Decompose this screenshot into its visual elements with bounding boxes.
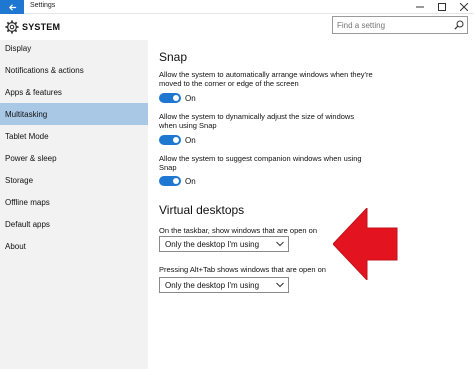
snap-option-2-state: On [185,136,196,145]
alttab-dropdown[interactable]: Only the desktop I'm using [159,277,289,293]
snap-option-1-state: On [185,94,196,103]
taskbar-dropdown[interactable]: Only the desktop I'm using [159,236,289,252]
sidebar-item-apps-features[interactable]: Apps & features [0,81,148,103]
close-icon [460,3,468,11]
snap-option-3-state: On [185,177,196,186]
back-arrow-icon [8,3,16,11]
sidebar-item-power-sleep[interactable]: Power & sleep [0,147,148,169]
sidebar-item-display[interactable]: Display [0,37,148,59]
main-content: Snap Allow the system to automatically a… [148,40,474,369]
gear-icon [5,20,19,34]
title-bar: Settings [0,0,474,14]
back-button[interactable] [0,0,24,14]
maximize-icon [438,3,446,11]
taskbar-dropdown-value: Only the desktop I'm using [165,239,260,249]
snap-heading: Snap [159,50,188,64]
sidebar-item-storage[interactable]: Storage [0,169,148,191]
sidebar-item-default-apps[interactable]: Default apps [0,213,148,235]
snap-option-2-toggle[interactable] [159,135,181,145]
snap-option-3-description: Allow the system to suggest companion wi… [159,154,362,172]
page-title: SYSTEM [22,22,61,32]
maximize-button[interactable] [433,0,451,14]
sidebar-item-tablet-mode[interactable]: Tablet Mode [0,125,148,147]
sidebar: Display Notifications & actions Apps & f… [0,40,148,369]
search-input[interactable] [333,17,448,33]
minimize-icon [416,6,424,8]
chevron-down-icon [276,241,284,247]
minimize-button[interactable] [411,0,429,14]
window-title: Settings [30,2,56,9]
virtual-desktops-heading: Virtual desktops [159,203,245,217]
snap-option-2-description: Allow the system to dynamically adjust t… [159,112,355,130]
close-button[interactable] [455,0,473,14]
sidebar-item-notifications[interactable]: Notifications & actions [0,59,148,81]
red-arrow-icon [333,208,398,280]
sidebar-item-multitasking[interactable]: Multitasking [0,103,148,125]
snap-option-1-description: Allow the system to automatically arrang… [159,70,373,88]
snap-option-1-toggle[interactable] [159,93,181,103]
snap-option-3-toggle[interactable] [159,176,181,186]
sidebar-item-offline-maps[interactable]: Offline maps [0,191,148,213]
chevron-down-icon [276,282,284,288]
search-icon[interactable] [454,20,464,30]
alttab-dropdown-value: Only the desktop I'm using [165,280,260,290]
sidebar-item-about[interactable]: About [0,235,148,257]
search-box[interactable] [332,16,468,34]
